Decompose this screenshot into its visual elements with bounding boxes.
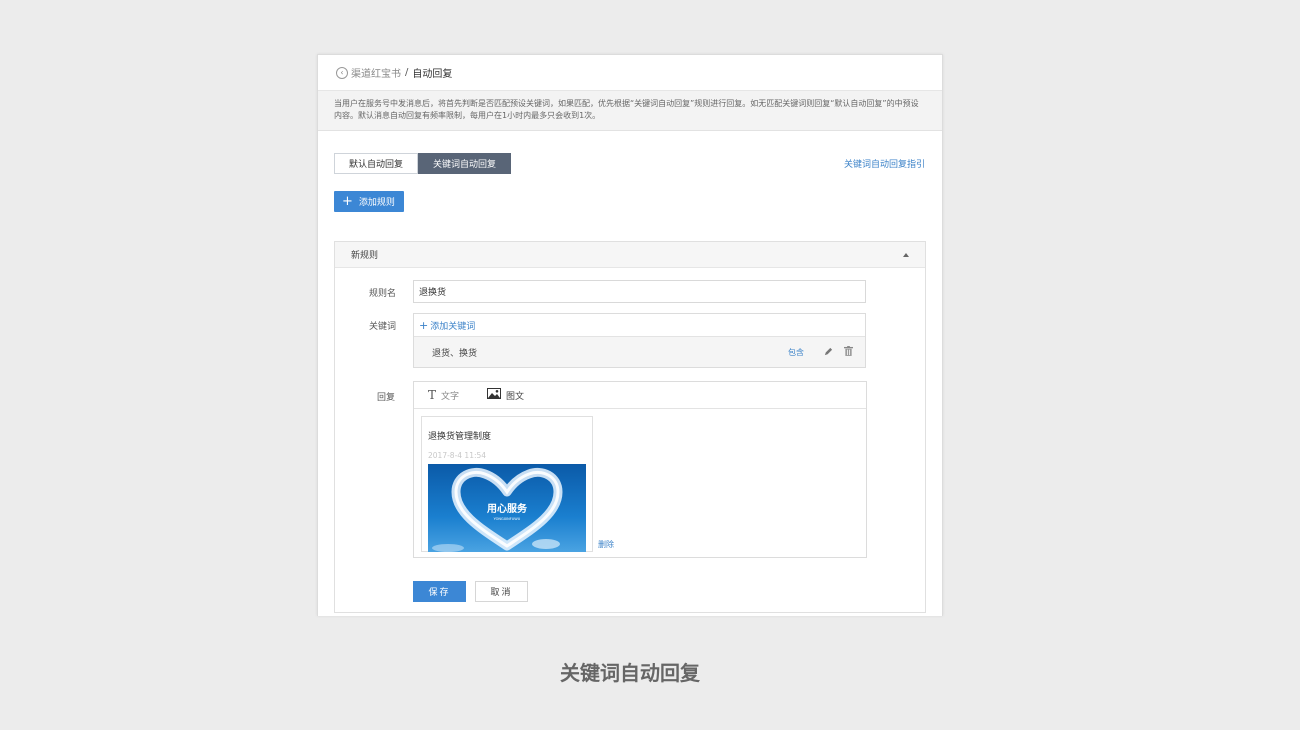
image-icon: [487, 388, 502, 402]
back-icon[interactable]: ‹: [336, 66, 348, 79]
cover-title: 用心服务: [486, 502, 528, 515]
reply-tab-text[interactable]: T 文字: [428, 389, 459, 402]
breadcrumb: ‹ 渠道红宝书 / 自动回复: [318, 55, 942, 91]
keyword-reply-guide-link[interactable]: 关键词自动回复指引: [844, 157, 925, 170]
rule-name-label: 规则名: [369, 289, 397, 299]
reply-content-tabs: T 文字 图文: [414, 382, 866, 409]
keyword-row: 退货、换货 包含: [414, 337, 865, 367]
breadcrumb-parent[interactable]: 渠道红宝书: [351, 65, 401, 80]
pencil-icon[interactable]: [824, 347, 833, 359]
add-rule-label: 添加规则: [358, 198, 395, 208]
keyword-text: 退货、换货: [432, 348, 478, 359]
delete-news-link[interactable]: 删除: [598, 539, 614, 550]
news-date: 2017-8-4 11:54: [428, 451, 487, 460]
plus-icon: +: [342, 194, 353, 209]
notice-text: 当用户在服务号中发消息后，将首先判断是否匹配预设关键词，如果匹配，优先根据“关键…: [318, 91, 942, 131]
rule-header-title: 新规则: [351, 251, 379, 261]
keyword-box: + 添加关键词 退货、换货 包含: [413, 313, 866, 368]
tab-default-reply[interactable]: 默认自动回复: [334, 153, 419, 174]
rule-name-input[interactable]: [413, 280, 866, 303]
reply-tab-text-label: 文字: [441, 391, 460, 402]
text-icon: T: [428, 388, 437, 402]
news-card[interactable]: 退换货管理制度 2017-8-4 11:54 用心服务 YONGXINFUWU: [421, 416, 593, 552]
reply-tab-news[interactable]: 图文: [487, 388, 524, 402]
reply-tab-news-label: 图文: [506, 391, 525, 402]
rule-header[interactable]: 新规则: [335, 242, 925, 268]
keyword-match-mode[interactable]: 包含: [788, 347, 804, 358]
save-button[interactable]: 保存: [413, 581, 466, 602]
plus-icon: +: [419, 318, 429, 332]
keyword-label: 关键词: [369, 322, 397, 332]
tab-keyword-reply[interactable]: 关键词自动回复: [418, 153, 512, 174]
page-caption: 关键词自动回复: [560, 661, 700, 685]
cover-subtitle: YONGXINFUWU: [494, 517, 521, 521]
news-cover-image: 用心服务 YONGXINFUWU: [428, 464, 586, 552]
rule-card: 新规则 规则名 关键词 + 添加关键词 退货、换货 包含 回复: [334, 241, 926, 613]
reply-label: 回复: [377, 393, 396, 403]
add-rule-button[interactable]: + 添加规则: [334, 191, 404, 212]
news-title: 退换货管理制度: [428, 432, 492, 442]
cancel-button[interactable]: 取消: [475, 581, 528, 602]
trash-icon[interactable]: [844, 346, 853, 359]
reply-box: T 文字 图文 退换货管理制度 2017-8-4 11:54 用心服务 YONG…: [413, 381, 867, 558]
add-keyword-button[interactable]: + 添加关键词: [414, 314, 865, 337]
add-keyword-label: 添加关键词: [430, 321, 476, 332]
collapse-caret-icon[interactable]: [903, 252, 909, 257]
reply-type-tabs: 默认自动回复 关键词自动回复: [334, 153, 512, 174]
breadcrumb-separator: /: [405, 67, 409, 78]
auto-reply-panel: ‹ 渠道红宝书 / 自动回复 当用户在服务号中发消息后，将首先判断是否匹配预设关…: [317, 54, 943, 616]
breadcrumb-current: 自动回复: [412, 69, 453, 80]
